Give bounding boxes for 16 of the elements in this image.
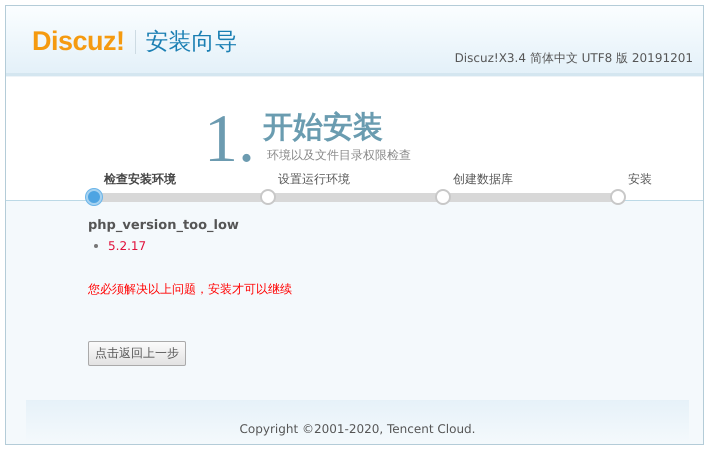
error-title: php_version_too_low [88, 218, 240, 233]
bullet-icon [94, 244, 98, 248]
step-label: 设置运行环境 [278, 172, 351, 187]
step-label: 安装 [628, 172, 653, 187]
version-text: Discuz!X3.4 简体中文 UTF8 版 20191201 [454, 50, 693, 67]
step-label: 检查安装环境 [104, 172, 177, 187]
wizard-title: 安装向导 [146, 28, 238, 57]
logo: Discuz! [32, 26, 125, 57]
step-label: 创建数据库 [453, 172, 514, 187]
step-number: 1. [204, 108, 255, 168]
error-message: 您必须解决以上问题，安装才可以继续 [88, 281, 293, 298]
back-button[interactable]: 点击返回上一步 [88, 341, 186, 366]
step-title: 开始安装 [263, 109, 384, 147]
copyright-text: Copyright ©2001-2020, Tencent Cloud. [240, 422, 476, 436]
error-detail: 5.2.17 [108, 239, 146, 253]
step-subtitle: 环境以及文件目录权限检查 [267, 147, 411, 164]
